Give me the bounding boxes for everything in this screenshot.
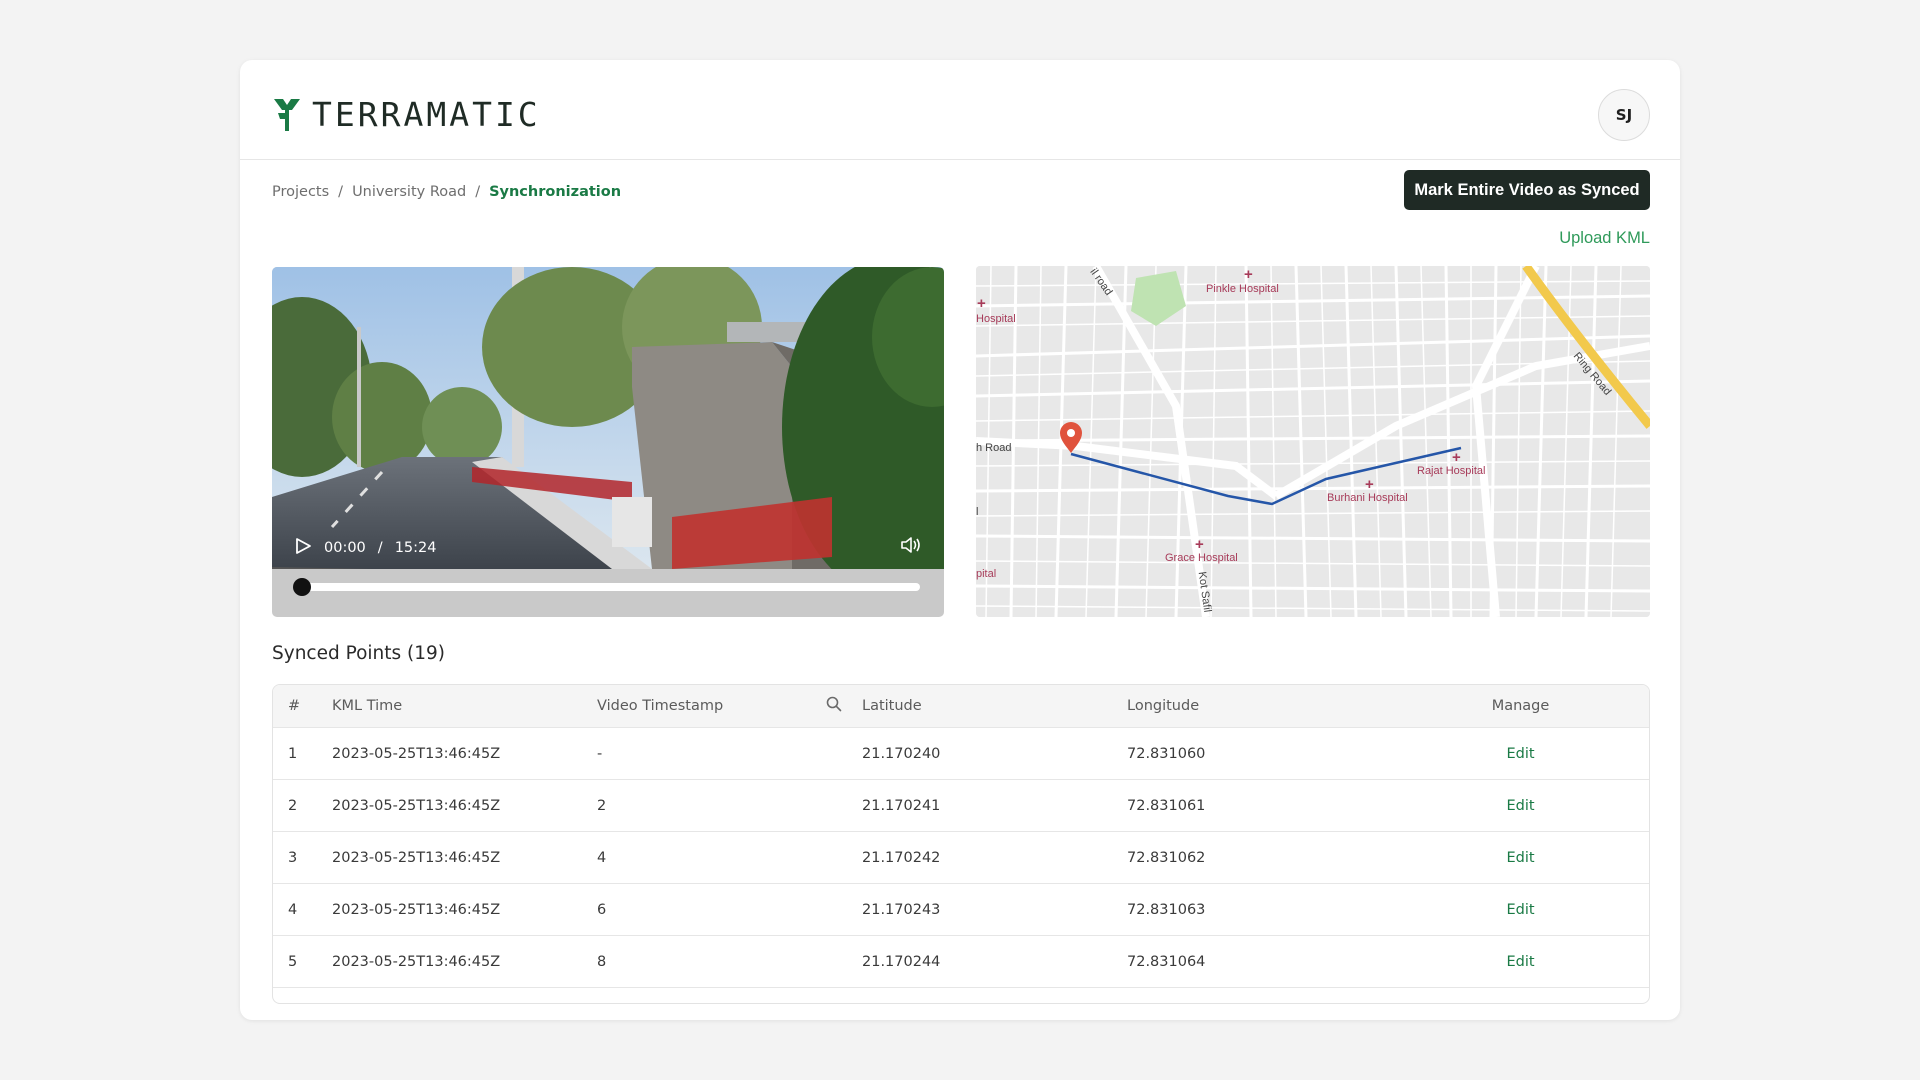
breadcrumb-separator: / xyxy=(475,184,481,200)
map-label-pinkle-hospital: Pinkle Hospital xyxy=(1206,283,1279,295)
svg-text:+: + xyxy=(977,295,986,312)
cell-longitude: 72.831062 xyxy=(1127,849,1206,866)
video-frame xyxy=(272,267,944,569)
volume-icon[interactable] xyxy=(900,535,922,559)
cell-video-timestamp: 2 xyxy=(597,797,607,814)
cell-manage: Edit xyxy=(1392,798,1649,814)
cell-longitude: 72.831063 xyxy=(1127,901,1206,918)
cell-latitude: 21.170244 xyxy=(862,953,941,970)
header-kml-time: KML Time xyxy=(332,698,403,714)
svg-text:+: + xyxy=(1244,266,1253,283)
cell-kml-time: 2023-05-25T13:46:45Z xyxy=(332,901,501,918)
header-video-timestamp: Video Timestamp xyxy=(597,698,724,714)
upload-kml-link[interactable]: Upload KML xyxy=(1559,229,1650,248)
map-view[interactable]: + + + + + Pinkle Hospital Hospital h Roa… xyxy=(976,266,1650,617)
cell-number: 2 xyxy=(288,797,298,814)
cell-longitude: 72.831064 xyxy=(1127,953,1206,970)
cell-longitude: 72.831060 xyxy=(1127,745,1206,762)
table-row: 3 2023-05-25T13:46:45Z 4 21.170242 72.83… xyxy=(273,832,1649,884)
edit-link[interactable]: Edit xyxy=(1506,850,1534,866)
map-canvas: + + + + + xyxy=(976,266,1650,617)
current-time: 00:00 xyxy=(324,540,366,556)
cell-video-timestamp: - xyxy=(597,745,603,762)
table-row: 1 2023-05-25T13:46:45Z - 21.170240 72.83… xyxy=(273,728,1649,780)
map-label-grace-hospital: Grace Hospital xyxy=(1165,552,1238,564)
cell-manage: Edit xyxy=(1392,902,1649,918)
cell-video-timestamp: 8 xyxy=(597,953,607,970)
user-avatar[interactable]: SJ xyxy=(1598,89,1650,141)
cell-number: 3 xyxy=(288,849,298,866)
cell-latitude: 21.170242 xyxy=(862,849,941,866)
breadcrumb-university-road[interactable]: University Road xyxy=(352,184,466,200)
svg-text:+: + xyxy=(1365,476,1374,493)
video-seekbar[interactable] xyxy=(293,578,920,596)
map-label-pital: pital xyxy=(976,568,997,580)
table-row: 5 2023-05-25T13:46:45Z 8 21.170244 72.83… xyxy=(273,936,1649,988)
cell-manage: Edit xyxy=(1392,746,1649,762)
search-icon[interactable] xyxy=(826,696,842,716)
seek-thumb[interactable] xyxy=(293,578,311,596)
synced-points-title: Synced Points (19) xyxy=(272,643,446,664)
cell-kml-time: 2023-05-25T13:46:45Z xyxy=(332,849,501,866)
cell-video-timestamp: 4 xyxy=(597,849,607,866)
edit-link[interactable]: Edit xyxy=(1506,746,1534,762)
breadcrumb-separator: / xyxy=(338,184,344,200)
edit-link[interactable]: Edit xyxy=(1506,954,1534,970)
header-number: # xyxy=(288,698,301,714)
svg-text:+: + xyxy=(1452,449,1461,466)
header-manage: Manage xyxy=(1491,698,1550,714)
main-card: TERRAMATIC SJ Projects / University Road… xyxy=(240,60,1680,1020)
terramatic-logo-icon xyxy=(274,98,300,131)
edit-link[interactable]: Edit xyxy=(1506,902,1534,918)
table-row: 2 2023-05-25T13:46:45Z 2 21.170241 72.83… xyxy=(273,780,1649,832)
logo-text: TERRAMATIC xyxy=(312,95,541,134)
cell-latitude: 21.170241 xyxy=(862,797,941,814)
cell-video-timestamp: 6 xyxy=(597,901,607,918)
map-label-road: h Road xyxy=(976,442,1012,454)
video-controls: 00:00 / 15:24 xyxy=(294,537,436,559)
top-bar: TERRAMATIC SJ xyxy=(240,60,1680,160)
header-latitude: Latitude xyxy=(862,698,922,714)
table-row: 4 2023-05-25T13:46:45Z 6 21.170243 72.83… xyxy=(273,884,1649,936)
play-icon[interactable] xyxy=(294,537,312,559)
time-separator: / xyxy=(377,540,383,556)
cell-longitude: 72.831061 xyxy=(1127,797,1206,814)
mark-entire-video-synced-button[interactable]: Mark Entire Video as Synced xyxy=(1404,170,1650,210)
map-label-burhani-hospital: Burhani Hospital xyxy=(1327,492,1408,504)
breadcrumb: Projects / University Road / Synchroniza… xyxy=(272,184,621,200)
synced-points-table: # KML Time Video Timestamp Latitude Long… xyxy=(272,684,1650,1004)
cell-manage: Edit xyxy=(1392,850,1649,866)
cell-kml-time: 2023-05-25T13:46:45Z xyxy=(332,953,501,970)
svg-text:+: + xyxy=(1195,536,1204,553)
cell-number: 4 xyxy=(288,901,298,918)
cell-latitude: 21.170243 xyxy=(862,901,941,918)
logo[interactable]: TERRAMATIC xyxy=(272,95,541,134)
map-label-hospital: Hospital xyxy=(976,313,1016,325)
table-header: # KML Time Video Timestamp Latitude Long… xyxy=(273,685,1649,728)
map-label-rajat-hospital: Rajat Hospital xyxy=(1417,465,1486,477)
video-player[interactable]: 00:00 / 15:24 xyxy=(272,267,944,617)
cell-number: 1 xyxy=(288,745,298,762)
cell-kml-time: 2023-05-25T13:46:45Z xyxy=(332,797,501,814)
breadcrumb-projects[interactable]: Projects xyxy=(272,184,329,200)
header-video-timestamp-cell: Video Timestamp xyxy=(597,696,862,716)
cell-latitude: 21.170240 xyxy=(862,745,941,762)
breadcrumb-current: Synchronization xyxy=(489,184,622,200)
cell-number: 5 xyxy=(288,953,298,970)
header-longitude: Longitude xyxy=(1127,698,1200,714)
cell-kml-time: 2023-05-25T13:46:45Z xyxy=(332,745,501,762)
edit-link[interactable]: Edit xyxy=(1506,798,1534,814)
map-label-edge: l xyxy=(976,506,979,518)
duration: 15:24 xyxy=(394,540,437,556)
cell-manage: Edit xyxy=(1392,954,1649,970)
